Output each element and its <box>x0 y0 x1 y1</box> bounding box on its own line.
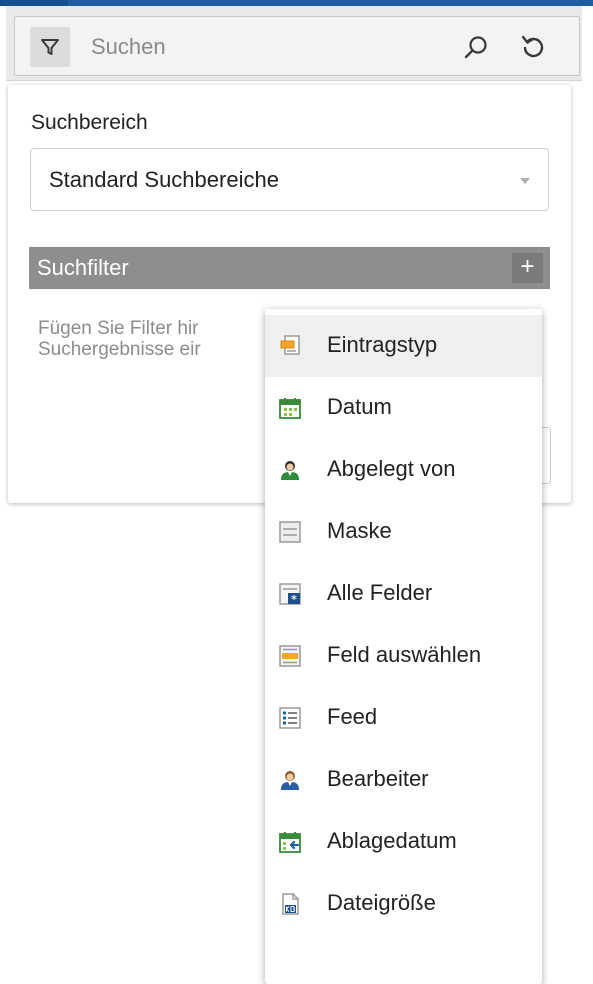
menu-item-eintragstyp[interactable]: Eintragstyp <box>265 315 542 377</box>
add-filter-button[interactable]: + <box>512 253 543 283</box>
search-area-value: Standard Suchbereiche <box>49 167 279 192</box>
filter-hint-line-1: Fügen Sie Filter hir <box>38 318 199 339</box>
menu-item-feed[interactable]: Feed <box>265 687 542 749</box>
menu-item-label: Eintragstyp <box>327 332 438 357</box>
filter-hint-text: Fügen Sie Filter hir Suchergebnisse eir <box>38 318 278 360</box>
reset-button[interactable] <box>515 29 551 65</box>
filing-date-icon <box>279 832 301 853</box>
user-blue-icon <box>281 771 299 790</box>
menu-item-bearbeiter[interactable]: Bearbeiter <box>265 749 542 811</box>
menu-item-alle-felder[interactable]: * Alle Felder <box>265 563 542 625</box>
menu-item-label: Datum <box>327 394 392 419</box>
menu-item-label: Alle Felder <box>327 580 433 605</box>
all-fields-icon: * <box>279 583 301 606</box>
filter-toggle-button[interactable] <box>30 27 70 67</box>
reset-icon <box>521 35 544 58</box>
search-box <box>14 16 580 76</box>
chevron-down-icon <box>520 178 530 184</box>
menu-item-ablagedatum[interactable]: Ablagedatum <box>265 811 542 873</box>
menu-item-label: Maske <box>327 518 392 543</box>
feed-list-icon <box>279 707 301 729</box>
search-input[interactable] <box>91 25 431 69</box>
search-filter-title: Suchfilter <box>37 255 129 280</box>
filter-hint-line-2: Suchergebnisse eir <box>38 339 201 360</box>
menu-item-abgelegt-von[interactable]: Abgelegt von <box>265 439 542 501</box>
calendar-icon <box>279 398 301 419</box>
menu-item-datum[interactable]: Datum <box>265 377 542 439</box>
menu-item-label: Bearbeiter <box>327 766 429 791</box>
menu-item-label: Feed <box>327 704 378 729</box>
file-size-icon <box>282 893 299 915</box>
menu-item-maske[interactable]: Maske <box>265 501 542 563</box>
form-mask-icon <box>279 521 301 543</box>
entry-type-icon <box>280 335 300 355</box>
search-bar-container <box>6 6 582 81</box>
search-area-label: Suchbereich <box>31 111 148 134</box>
menu-item-label: Feld auswählen <box>327 642 482 667</box>
user-green-icon <box>281 461 299 480</box>
svg-text:*: * <box>291 593 297 606</box>
search-icon <box>464 36 487 59</box>
menu-item-feld-auswaehlen[interactable]: Feld auswählen <box>265 625 542 687</box>
filter-icon <box>41 39 59 55</box>
menu-item-dateigroesse[interactable]: Dateigröße <box>265 873 542 935</box>
select-field-icon <box>279 645 301 667</box>
menu-item-label: Dateigröße <box>327 890 436 915</box>
menu-item-label: Ablagedatum <box>327 828 457 853</box>
search-button[interactable] <box>458 29 494 65</box>
filter-type-menu: Eintragstyp Datum Abgelegt von Maske * A… <box>265 309 542 984</box>
menu-item-label: Abgelegt von <box>327 456 456 481</box>
search-area-select[interactable]: Standard Suchbereiche <box>30 148 549 211</box>
search-filter-header: Suchfilter + <box>29 247 550 289</box>
